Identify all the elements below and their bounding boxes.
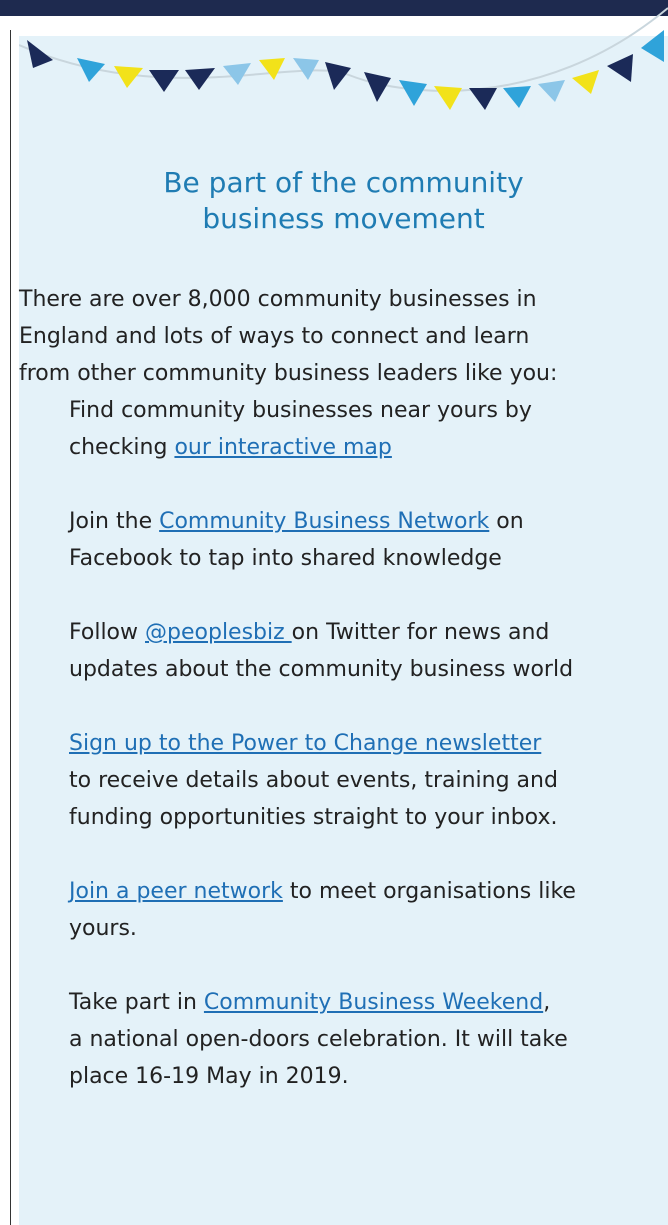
item-text: on [489,509,524,534]
interactive-map-link[interactable]: our interactive map [174,435,391,460]
community-business-network-link[interactable]: Community Business Network [159,509,489,534]
list-item-map: Find community businesses near yours by … [69,392,649,466]
bunting-flag [364,72,391,102]
item-text: Join the [69,509,160,534]
peer-network-link[interactable]: Join a peer network [69,879,283,904]
item-text: , [543,990,551,1015]
item-text: Take part in [69,990,204,1015]
bunting-flag [149,70,179,92]
title-line-1: Be part of the community [163,166,524,199]
bunting-flag [293,58,319,80]
item-text: updates about the community business wor… [69,657,574,682]
bunting-flag [641,30,664,62]
item-text: funding opportunities straight to your i… [69,805,558,830]
bunting-flag [538,80,565,102]
list-item-peer-network: Join a peer network to meet organisation… [69,873,649,947]
list-item-newsletter: Sign up to the Power to Change newslette… [69,725,649,836]
bunting-flag [434,86,462,110]
item-text: a national open-doors celebration. It wi… [69,1027,568,1052]
bunting-flag [503,86,531,108]
left-border [10,30,11,1225]
bunting-flag [572,70,599,94]
bunting-flag [607,54,633,82]
page-title: Be part of the community business moveme… [19,165,668,237]
item-text: checking [69,435,175,460]
bunting-flag [27,40,53,68]
intro-paragraph: There are over 8,000 community businesse… [19,281,659,392]
list-item-twitter: Follow @peoplesbiz on Twitter for news a… [69,614,649,688]
bunting-decoration [19,7,668,110]
bunting-flag [223,63,251,85]
bunting-flag [325,62,351,90]
intro-line-2: England and lots of ways to connect and … [19,324,530,349]
title-line-2: business movement [202,202,485,235]
community-business-weekend-link[interactable]: Community Business Weekend [204,990,543,1015]
item-text: yours. [69,916,137,941]
list-item-facebook: Join the Community Business Network on F… [69,503,649,577]
intro-line-1: There are over 8,000 community businesse… [19,287,537,312]
bunting-flag [469,88,497,110]
peoplesbiz-twitter-link[interactable]: @peoplesbiz [145,620,292,645]
bunting-flag [399,80,427,106]
item-text: Follow [69,620,146,645]
item-text: on Twitter for news and [291,620,550,645]
newsletter-signup-link[interactable]: Sign up to the Power to Change newslette… [69,731,541,756]
list-item-weekend: Take part in Community Business Weekend,… [69,984,649,1095]
bunting-flag [185,68,215,90]
item-text: Find community businesses near yours by [69,398,532,423]
intro-line-3: from other community business leaders li… [19,361,558,386]
item-text: to receive details about events, trainin… [69,768,558,793]
item-text: to meet organisations like [282,879,576,904]
bunting-flag [114,66,143,88]
item-text: Facebook to tap into shared knowledge [69,546,502,571]
bunting-flag [259,58,285,80]
item-text: place 16-19 May in 2019. [69,1064,349,1089]
